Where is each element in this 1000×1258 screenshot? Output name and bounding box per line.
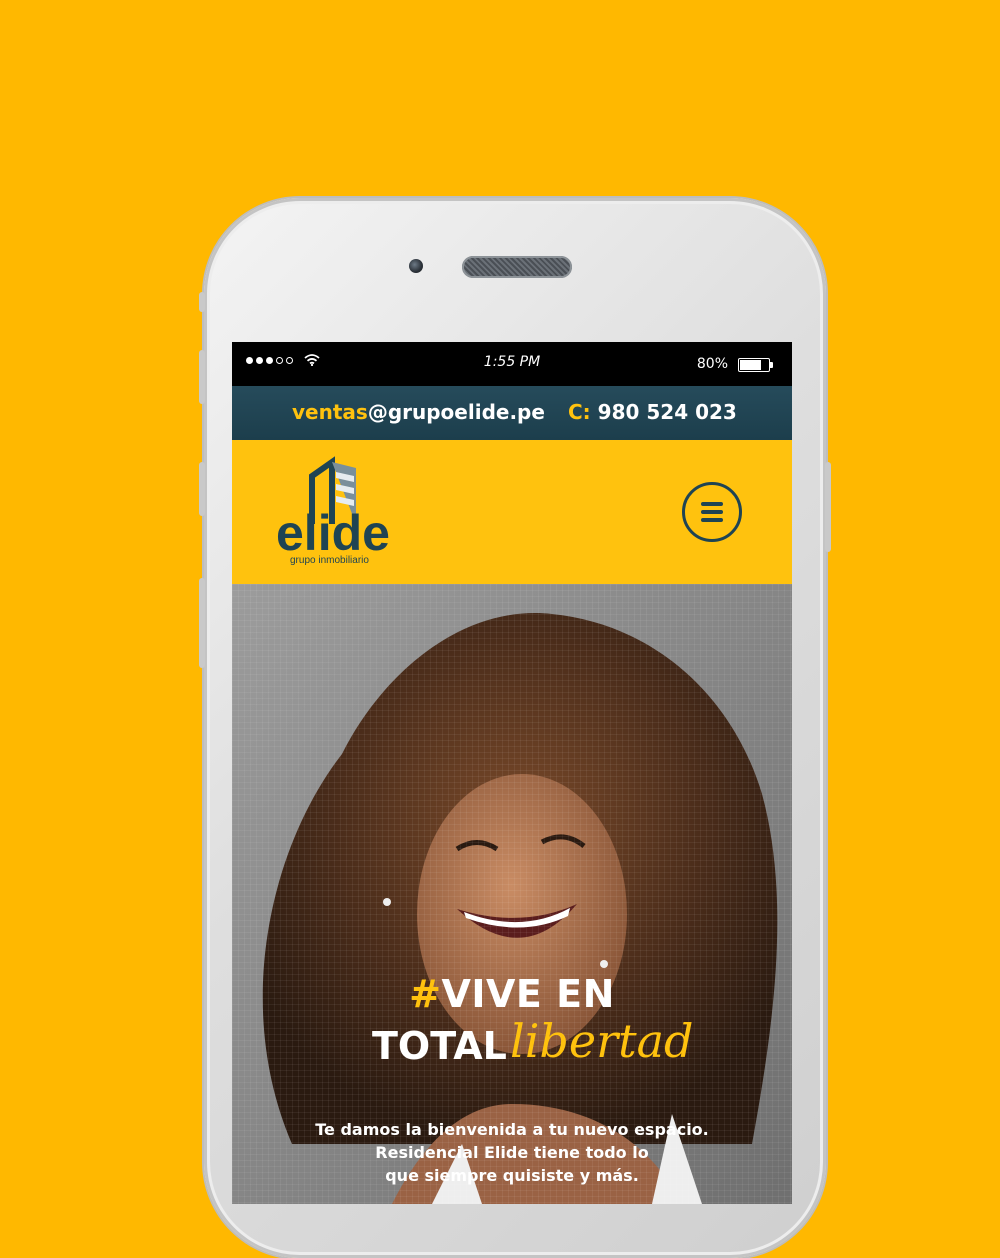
phone-link[interactable]: C: 980 524 023 [568,400,737,424]
battery-fill [740,360,761,370]
site-header: elide grupo inmobiliario [232,440,792,584]
volume-down-button [199,462,205,516]
elide-logo[interactable]: elide grupo inmobiliario [276,454,396,566]
battery-percent: 80% [696,356,728,372]
email-link[interactable]: ventas@grupoelide.pe [292,400,545,424]
logo-wordmark: elide [276,505,390,561]
hamburger-bar [701,510,723,514]
volume-button [199,578,205,668]
front-camera [409,259,423,273]
hero-copy-line-3: que siempre quisiste y más. [385,1166,639,1185]
hamburger-menu-icon [701,502,723,506]
phone-screen: 1:55 PM 80% ventas@grupoelide.pe C: 980 … [232,342,792,1204]
phone-prefix: C: [568,400,591,424]
headline-line-1: #VIVE EN [232,972,792,1016]
hero-banner: #VIVE EN TOTAL libertad Te damos la bien… [232,584,792,1204]
headline-text-1: VIVE EN [441,972,615,1016]
contact-bar: ventas@grupoelide.pe C: 980 524 023 [232,386,792,440]
hero-copy-line-1: Te damos la bienvenida a tu nuevo espaci… [315,1120,709,1139]
status-bar: 1:55 PM 80% [232,342,792,386]
hero-description: Te damos la bienvenida a tu nuevo espaci… [232,1118,792,1187]
hero-copy-line-2: Residencial Elide tiene todo lo [375,1143,649,1162]
headline-hashtag: # [409,972,442,1016]
mute-switch [199,292,205,312]
battery-icon [738,358,773,372]
headline-line-2: TOTAL [372,1024,507,1068]
hero-texture [232,584,792,1204]
headline-accent: libertad [510,1014,694,1068]
volume-up-button [199,350,205,404]
email-domain: @grupoelide.pe [367,400,545,424]
earpiece-speaker [462,256,572,278]
logo-tagline: grupo inmobiliario [290,555,369,566]
power-button [825,462,831,552]
email-prefix: ventas [292,400,368,424]
hamburger-bar [701,518,723,522]
phone-number: 980 524 023 [597,400,737,424]
hamburger-menu-button[interactable] [682,482,742,542]
